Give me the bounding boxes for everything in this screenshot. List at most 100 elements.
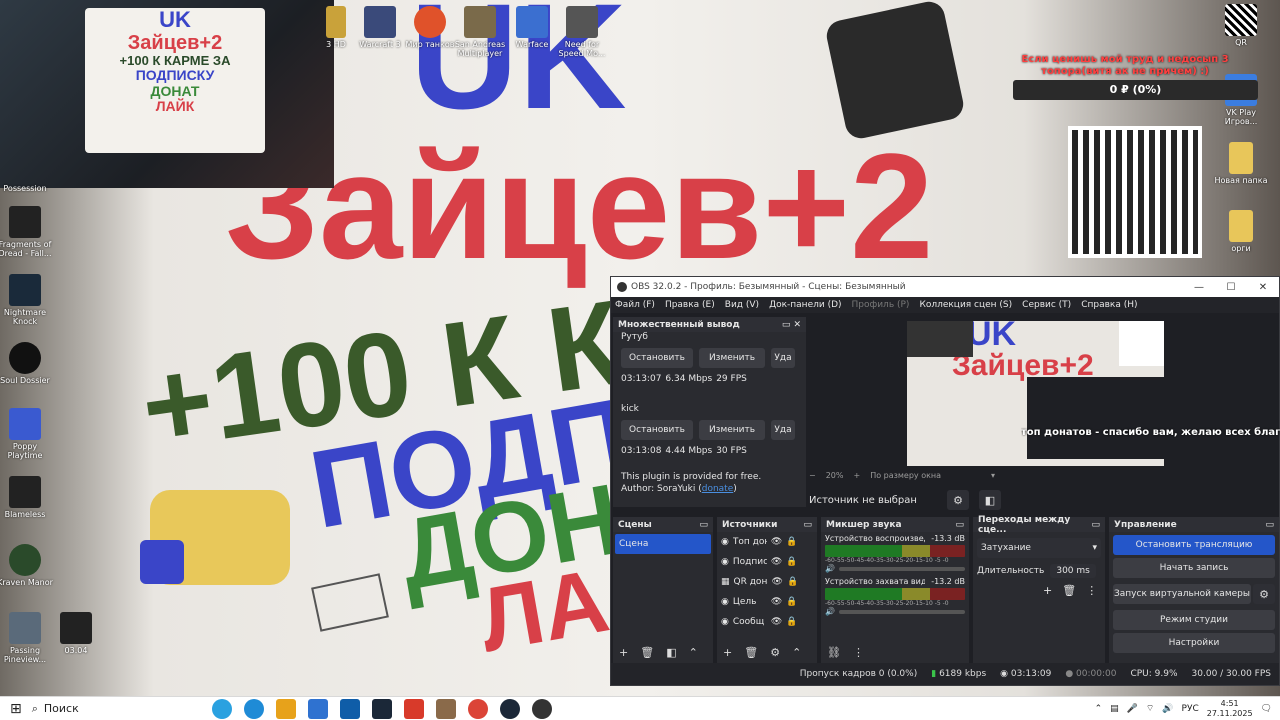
notifications-icon[interactable]: 🗨 — [1261, 704, 1272, 714]
clock[interactable]: 4:51 27.11.2025 — [1207, 699, 1253, 718]
undock-icon[interactable]: ▭ — [1265, 520, 1274, 530]
chevron-down-icon[interactable]: ▾ — [991, 471, 995, 480]
stop-rutube-button[interactable]: Остановить — [621, 348, 693, 368]
gear-icon[interactable]: ⚙ — [770, 646, 780, 659]
menu-tools[interactable]: Сервис (T) — [1022, 300, 1071, 310]
volume-slider[interactable] — [838, 566, 965, 571]
outlook-taskbar-icon[interactable] — [339, 698, 360, 719]
zoom-out-button[interactable]: − — [809, 471, 816, 480]
eye-icon[interactable]: 👁 — [771, 617, 782, 627]
speaker-icon[interactable]: 🔊 — [825, 607, 835, 616]
eye-icon[interactable]: 👁 — [771, 537, 782, 547]
lock-icon[interactable]: 🔒 — [787, 577, 798, 587]
desktop-icon-newfolder[interactable]: Новая папка — [1211, 142, 1271, 185]
undock-icon[interactable]: ▭ — [699, 520, 708, 530]
samp-taskbar-icon[interactable] — [435, 698, 456, 719]
close-button[interactable]: ✕ — [1247, 282, 1279, 293]
desktop-icon-kraven[interactable]: Kraven Manor — [0, 544, 55, 587]
desktop-icon-nightmare[interactable]: Nightmare Knock — [0, 274, 55, 326]
lock-icon[interactable]: 🔒 — [786, 557, 797, 567]
duration-input[interactable]: 300 ms — [1050, 564, 1096, 578]
undock-icon[interactable]: ▭ — [803, 520, 812, 530]
obs-taskbar-icon[interactable] — [531, 698, 552, 719]
menu-dots-icon[interactable]: ⋮ — [853, 646, 864, 659]
menu-docks[interactable]: Док-панели (D) — [769, 300, 841, 310]
store-taskbar-icon[interactable] — [307, 698, 328, 719]
taskbar-search[interactable]: ⌕ Поиск — [26, 699, 206, 719]
wifi-icon[interactable]: ⌔ — [1146, 703, 1154, 714]
chevron-up-icon[interactable]: ⌃ — [792, 646, 801, 659]
menu-scene-collection[interactable]: Коллекция сцен (S) — [919, 300, 1012, 310]
lock-icon[interactable]: 🔒 — [786, 597, 797, 607]
eye-icon[interactable]: 👁 — [771, 597, 782, 607]
undock-icon[interactable]: ▭ — [955, 520, 964, 530]
edge-taskbar-icon[interactable] — [243, 698, 264, 719]
dock-close-icon[interactable]: ▭ ✕ — [782, 320, 801, 330]
speaker-icon[interactable]: 🔊 — [825, 564, 835, 573]
yandex-taskbar-icon[interactable] — [403, 698, 424, 719]
menu-help[interactable]: Справка (H) — [1081, 300, 1137, 310]
microphone-icon[interactable]: 🎤 — [1127, 704, 1138, 714]
delete-kick-button[interactable]: Уда — [771, 420, 795, 440]
filter-icon[interactable]: ◧ — [666, 646, 676, 659]
desktop-icon-0304[interactable]: 03.04 — [46, 612, 106, 655]
desktop-icon-possession[interactable]: Possession — [0, 184, 55, 193]
gear-icon[interactable]: ⚙ — [1253, 584, 1275, 604]
source-item[interactable]: ◉ Подпис 👁 🔒 — [717, 552, 817, 572]
trash-icon[interactable]: 🗑 — [744, 646, 758, 659]
delete-rutube-button[interactable]: Уда — [771, 348, 795, 368]
menu-file[interactable]: Файл (F) — [615, 300, 655, 310]
menu-dots-icon[interactable]: ⋮ — [1086, 584, 1097, 597]
chevron-up-icon[interactable]: ⌃ — [689, 646, 698, 659]
network-icon[interactable]: ▤ — [1110, 704, 1119, 714]
language-indicator[interactable]: РУС — [1182, 704, 1199, 714]
zoom-fit-select[interactable]: По размеру окна — [870, 471, 941, 480]
trash-icon[interactable]: 🗑 — [1062, 584, 1076, 597]
desktop-icon-soul[interactable]: Soul Dossier — [0, 342, 55, 385]
desktop-icon-orgi[interactable]: орги — [1211, 210, 1271, 253]
desktop-icon-nfs[interactable]: Need for Speed Mo... — [552, 6, 612, 58]
menu-profile[interactable]: Профиль (P) — [852, 300, 910, 310]
steam-taskbar-icon[interactable] — [371, 698, 392, 719]
start-recording-button[interactable]: Начать запись — [1113, 558, 1275, 578]
eye-icon[interactable]: 👁 — [771, 557, 782, 567]
transition-select[interactable]: Затухание ▾ — [977, 538, 1101, 558]
volume-slider[interactable] — [838, 609, 965, 614]
source-item[interactable]: ▦QR дона👁🔒 — [717, 572, 817, 592]
start-virtual-camera-button[interactable]: Запуск виртуальной камеры — [1113, 584, 1251, 604]
studio-mode-button[interactable]: Режим студии — [1113, 610, 1275, 630]
donate-link[interactable]: donate — [702, 484, 734, 494]
desktop-icon-poppy[interactable]: Poppy Playtime — [0, 408, 55, 460]
stop-streaming-button[interactable]: Остановить трансляцию — [1113, 535, 1275, 555]
add-icon[interactable]: + — [1043, 584, 1052, 597]
edit-kick-button[interactable]: Изменить — [699, 420, 765, 440]
filter-icon[interactable]: ◧ — [979, 490, 1001, 510]
desktop-icon-qr[interactable]: QR — [1211, 4, 1271, 47]
eye-icon[interactable]: 👁 — [772, 577, 783, 587]
source-item[interactable]: ◉ Сообщ 👁 🔒 — [717, 612, 817, 632]
minimize-button[interactable]: — — [1183, 282, 1215, 293]
desktop-icon-fragments[interactable]: Fragments of Dread - Fall... — [0, 206, 55, 258]
volume-icon[interactable]: 🔊 — [1162, 704, 1173, 714]
edit-rutube-button[interactable]: Изменить — [699, 348, 765, 368]
explorer-taskbar-icon[interactable] — [275, 698, 296, 719]
desktop-icon-blameless[interactable]: Blameless — [0, 476, 55, 519]
stop-kick-button[interactable]: Остановить — [621, 420, 693, 440]
windows-start-icon[interactable]: ⊞ — [10, 701, 22, 717]
link-icon[interactable]: ⛓ — [827, 646, 841, 659]
lock-icon[interactable]: 🔒 — [786, 617, 797, 627]
menu-edit[interactable]: Правка (E) — [665, 300, 715, 310]
steam2-taskbar-icon[interactable] — [499, 698, 520, 719]
desktop-icon-samp[interactable]: San Andreas Multiplayer — [450, 6, 510, 58]
add-icon[interactable]: + — [619, 646, 628, 659]
trash-icon[interactable]: 🗑 — [640, 646, 654, 659]
add-icon[interactable]: + — [723, 646, 732, 659]
source-item[interactable]: ◉ Топ дон 👁 🔒 — [717, 532, 817, 552]
scene-item[interactable]: Сцена — [615, 534, 711, 554]
maximize-button[interactable]: ☐ — [1215, 282, 1247, 293]
telegram-taskbar-icon[interactable] — [211, 698, 232, 719]
chrome-taskbar-icon[interactable] — [467, 698, 488, 719]
menu-view[interactable]: Вид (V) — [725, 300, 759, 310]
zoom-in-button[interactable]: + — [853, 471, 860, 480]
chevron-up-icon[interactable]: ⌃ — [1095, 704, 1103, 714]
